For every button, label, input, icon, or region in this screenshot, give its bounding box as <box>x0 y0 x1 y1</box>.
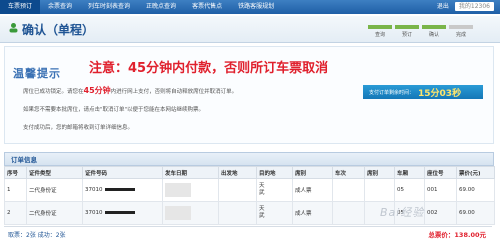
step-done: 完成 <box>449 25 473 38</box>
cell-seat: 001 <box>424 178 457 202</box>
cell-ticket-type: 成人票 <box>292 201 333 225</box>
cell-car: 05 <box>394 178 425 202</box>
col-class: 席别 <box>364 166 395 179</box>
cell-seat: 002 <box>424 201 457 225</box>
order-summary: 取票：2张 成功：2张 总票价：138.00元 <box>4 226 492 239</box>
col-id-type: 证件类型 <box>26 166 83 179</box>
nav-tab-plan[interactable]: 铁路客服规划 <box>230 0 282 14</box>
blurred-area <box>165 206 191 220</box>
notice-line-2: 如果您不需要本批席位，请点击"取消订单"以便于您能在本网站继续购票。 <box>23 107 205 113</box>
cell-train <box>332 178 365 202</box>
cell-index: 1 <box>4 178 27 202</box>
title-bar: 确认（单程） 查询 预订 确认 完成 <box>0 16 500 43</box>
step-query: 查询 <box>368 25 392 38</box>
cell-date <box>162 178 219 202</box>
nav-tab-book[interactable]: 车票预订 <box>0 0 41 14</box>
cell-price: 69.00 <box>456 178 495 202</box>
page-title: 确认（单程） <box>22 23 95 37</box>
col-seat: 座位号 <box>424 166 457 179</box>
my-account-link[interactable]: 我的12306 <box>454 2 494 11</box>
col-index: 序号 <box>4 166 27 179</box>
col-price: 票价(元) <box>456 166 495 179</box>
table-row: 1 二代身份证 37010 天武 成人票 05 001 69.00 <box>4 178 495 202</box>
order-title: 订单信息 <box>11 156 37 164</box>
cell-from <box>218 178 257 202</box>
cell-class <box>364 178 395 202</box>
col-ticket-type: 席别 <box>292 166 333 179</box>
notice-line-3: 支付成功后，您的邮箱将收到订单详细信息。 <box>23 125 134 131</box>
cell-id-type: 二代身份证 <box>26 178 83 202</box>
timer-label: 支付订单剩余时间： <box>369 89 415 96</box>
notice-title: 温馨提示 <box>13 67 61 80</box>
cell-date <box>162 201 219 225</box>
timer-value: 15分03秒 <box>418 88 462 99</box>
step-confirm: 确认 <box>422 25 446 38</box>
redaction-bar <box>104 188 135 191</box>
cell-index: 2 <box>4 201 27 225</box>
total-price: 总票价：138.00元 <box>428 231 486 239</box>
col-date: 发车日期 <box>162 166 219 179</box>
cell-to: 天武 <box>256 178 293 202</box>
payment-warning: 注意：45分钟内付款，否则所订车票取消 <box>89 61 329 76</box>
col-car: 车厢 <box>394 166 425 179</box>
blurred-area <box>165 183 191 197</box>
step-book: 预订 <box>395 25 419 38</box>
table-header-row: 序号 证件类型 证件号码 发车日期 出发地 目的地 席别 车次 席别 车厢 座位… <box>4 166 495 179</box>
payment-timer: 支付订单剩余时间： 15分03秒 <box>363 85 483 99</box>
notice-line-1: 席位已成功锁定。请您在45分钟内进行网上支付，否则将自动释放席位并取消订单。 <box>23 86 238 95</box>
cell-from <box>218 201 257 225</box>
cell-ticket-type: 成人票 <box>292 178 333 202</box>
top-nav: 车票预订 余票查询 列车时刻表查询 正晚点查询 客票代售点 铁路客服规划 退出 … <box>0 0 500 14</box>
col-from: 出发地 <box>218 166 257 179</box>
nav-tab-delay[interactable]: 正晚点查询 <box>138 0 184 14</box>
col-id-number: 证件号码 <box>82 166 163 179</box>
cell-id-number: 37010 <box>82 178 163 202</box>
cell-id-type: 二代身份证 <box>26 201 83 225</box>
notice-panel: 温馨提示 注意：45分钟内付款，否则所订车票取消 席位已成功锁定。请您在45分钟… <box>4 46 494 144</box>
nav-tab-agents[interactable]: 客票代售点 <box>184 0 230 14</box>
person-icon <box>9 23 18 33</box>
nav-user-area: 退出 我的12306 <box>437 0 494 14</box>
watermark: Bai经验 <box>380 206 425 219</box>
order-header: 订单信息 <box>4 152 494 166</box>
nav-tab-remaining[interactable]: 余票查询 <box>40 0 80 14</box>
cell-to: 天武 <box>256 201 293 225</box>
cell-id-number: 37010 <box>82 201 163 225</box>
logout-link[interactable]: 退出 <box>437 0 449 14</box>
ticket-count: 取票：2张 成功：2张 <box>8 232 66 239</box>
col-train: 车次 <box>332 166 365 179</box>
nav-tab-timetable[interactable]: 列车时刻表查询 <box>80 0 138 14</box>
cell-price: 69.00 <box>456 201 495 225</box>
col-to: 目的地 <box>256 166 293 179</box>
redaction-bar <box>104 211 135 214</box>
cell-train <box>332 201 365 225</box>
